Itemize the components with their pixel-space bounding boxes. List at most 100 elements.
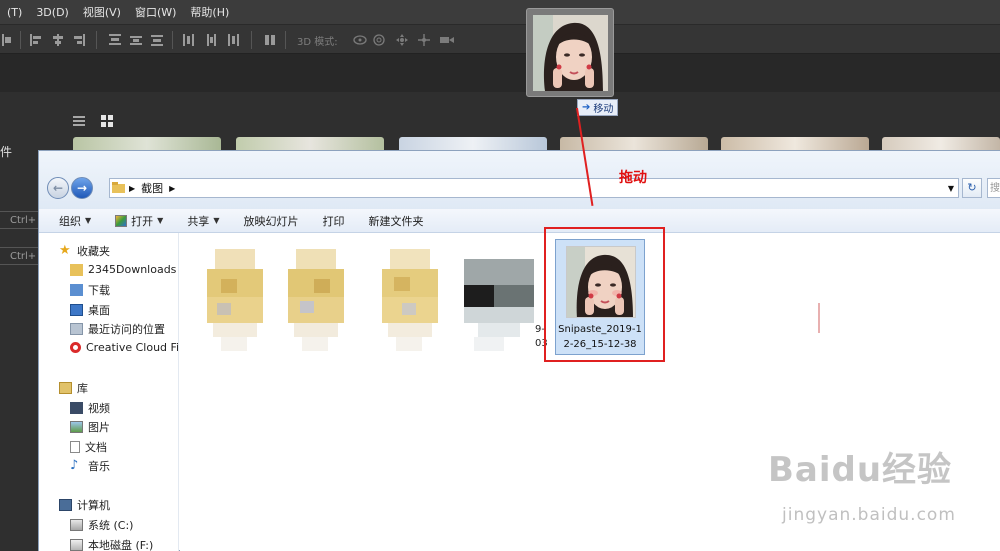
address-box[interactable]: ▶ 截图 ▶ ▼ bbox=[109, 178, 959, 198]
toolbar-new-folder-button[interactable]: 新建文件夹 bbox=[368, 213, 423, 229]
toolbar-organize-button[interactable]: 组织 ▼ bbox=[59, 213, 91, 229]
nav-libraries[interactable]: 库 bbox=[59, 380, 88, 396]
toolbar-open-button[interactable]: 打开 ▼ bbox=[115, 213, 163, 229]
slide-3d-icon[interactable] bbox=[418, 34, 430, 46]
navigation-pane: ★ 收藏夹 2345Downloads 下载 桌面 最近访问的位置 Creati… bbox=[39, 233, 179, 551]
forward-button[interactable]: → bbox=[71, 177, 93, 199]
nav-item-drive-c[interactable]: 系统 (C:) bbox=[70, 517, 133, 533]
move-tooltip-label: 移动 bbox=[593, 104, 614, 115]
ps-document-tabs bbox=[0, 54, 1000, 92]
creative-cloud-icon bbox=[70, 342, 81, 353]
nav-item-music[interactable]: ♪ 音乐 bbox=[70, 458, 110, 474]
screen: (T) 3D(D) 视图(V) 窗口(W) 帮助(H) 3D 模式: 件 Ctr… bbox=[0, 0, 1000, 551]
nav-item-pictures[interactable]: 图片 bbox=[70, 419, 110, 435]
separator bbox=[20, 31, 21, 49]
distribute-hcenter-icon[interactable] bbox=[205, 34, 217, 46]
separator bbox=[251, 31, 252, 49]
breadcrumb-folder[interactable]: 截图 bbox=[141, 180, 163, 196]
nav-item-videos[interactable]: 视频 bbox=[70, 400, 110, 416]
toolbar-print-button[interactable]: 打印 bbox=[322, 213, 344, 229]
align-right-icon[interactable] bbox=[73, 34, 85, 46]
nav-item-drive-f[interactable]: 本地磁盘 (F:) bbox=[70, 537, 153, 551]
ps-menubar: (T) 3D(D) 视图(V) 窗口(W) 帮助(H) bbox=[0, 0, 1000, 24]
star-icon: ★ bbox=[59, 243, 71, 258]
portrait-photo-icon bbox=[533, 15, 608, 91]
grid-view-icon[interactable] bbox=[101, 115, 113, 127]
recent-places-icon bbox=[70, 323, 83, 335]
nav-item-downloads[interactable]: 下载 bbox=[70, 282, 110, 298]
distribute-left-icon[interactable] bbox=[183, 34, 195, 46]
camera-3d-icon[interactable] bbox=[439, 34, 455, 46]
blurred-file[interactable] bbox=[288, 249, 344, 353]
roll-3d-icon[interactable] bbox=[373, 34, 385, 46]
address-bar-area: ← → ▶ 截图 ▶ ▼ ↻ 搜 bbox=[39, 151, 1000, 209]
document-library-icon bbox=[70, 441, 80, 453]
panel-label: 件 bbox=[0, 145, 13, 159]
blurred-file[interactable] bbox=[464, 259, 820, 351]
blurred-file[interactable] bbox=[382, 249, 438, 353]
annotation-box bbox=[544, 227, 665, 362]
folder-icon bbox=[70, 263, 83, 276]
distribute-bottom-icon[interactable] bbox=[151, 34, 163, 46]
shortcut-label: Ctrl+ bbox=[0, 247, 40, 265]
nav-item-2345downloads[interactable]: 2345Downloads bbox=[70, 263, 176, 276]
baidu-watermark: Baidu经验 bbox=[768, 450, 953, 490]
menu-item-type[interactable]: (T) bbox=[0, 6, 29, 19]
open-icon bbox=[115, 214, 128, 227]
picture-library-icon bbox=[70, 421, 83, 433]
chevron-right-icon[interactable]: ▶ bbox=[129, 184, 135, 193]
watermark-url: jingyan.baidu.com bbox=[782, 505, 956, 525]
toolbar-slideshow-button[interactable]: 放映幻灯片 bbox=[243, 213, 298, 229]
chevron-down-icon: ▼ bbox=[213, 216, 220, 225]
toolbar-share-button[interactable]: 共享 ▼ bbox=[187, 213, 219, 229]
menu-item-help[interactable]: 帮助(H) bbox=[183, 4, 236, 20]
blurred-file[interactable] bbox=[207, 249, 263, 353]
chevron-down-icon[interactable]: ▼ bbox=[948, 184, 954, 193]
folder-icon bbox=[112, 182, 125, 193]
auto-align-icon[interactable] bbox=[265, 34, 277, 46]
chevron-down-icon: ▼ bbox=[157, 216, 164, 225]
nav-item-recent[interactable]: 最近访问的位置 bbox=[70, 321, 165, 337]
distribute-top-icon[interactable] bbox=[109, 34, 121, 46]
forward-arrow-icon: → bbox=[76, 181, 88, 195]
align-icon[interactable] bbox=[2, 34, 14, 46]
nav-item-desktop[interactable]: 桌面 bbox=[70, 302, 110, 318]
back-button[interactable]: ← bbox=[47, 177, 69, 199]
drag-photo bbox=[533, 15, 608, 91]
menu-item-3d[interactable]: 3D(D) bbox=[29, 6, 76, 19]
mode-3d-label: 3D 模式: bbox=[297, 37, 338, 48]
nav-item-creative-cloud[interactable]: Creative Cloud Fil bbox=[70, 341, 178, 354]
video-library-icon bbox=[70, 402, 83, 414]
chevron-down-icon: ▼ bbox=[85, 216, 92, 225]
nav-item-documents[interactable]: 文档 bbox=[70, 439, 107, 455]
back-arrow-icon: ← bbox=[52, 181, 64, 195]
menu-item-view[interactable]: 视图(V) bbox=[76, 4, 128, 20]
nav-favorites[interactable]: ★ 收藏夹 bbox=[59, 243, 110, 259]
desktop-icon bbox=[70, 304, 83, 316]
music-note-icon: ♪ bbox=[70, 458, 79, 473]
distribute-vcenter-icon[interactable] bbox=[130, 34, 142, 46]
list-view-icon[interactable] bbox=[73, 115, 85, 127]
refresh-button[interactable]: ↻ bbox=[962, 178, 982, 198]
drag-3d-icon[interactable] bbox=[396, 34, 408, 46]
ps-options-bar: 3D 模式: bbox=[0, 24, 1000, 54]
library-icon bbox=[59, 382, 72, 394]
system-drive-icon bbox=[70, 519, 83, 531]
search-input[interactable]: 搜 bbox=[987, 178, 1000, 198]
align-hcenter-icon[interactable] bbox=[52, 34, 64, 46]
drag-preview bbox=[526, 8, 614, 97]
drag-annotation-label: 拖动 bbox=[619, 170, 647, 186]
move-arrow-icon: ➔ bbox=[582, 102, 591, 113]
download-folder-icon bbox=[70, 284, 83, 296]
menu-item-window[interactable]: 窗口(W) bbox=[128, 4, 183, 20]
orbit-3d-icon[interactable] bbox=[352, 34, 368, 46]
move-tooltip: ➔ 移动 bbox=[577, 99, 619, 116]
chevron-right-icon[interactable]: ▶ bbox=[169, 184, 175, 193]
refresh-icon: ↻ bbox=[967, 181, 977, 194]
nav-computer[interactable]: 计算机 bbox=[59, 497, 110, 513]
distribute-right-icon[interactable] bbox=[227, 34, 239, 46]
separator bbox=[172, 31, 173, 49]
separator bbox=[285, 31, 286, 49]
align-left-icon[interactable] bbox=[30, 34, 42, 46]
computer-icon bbox=[59, 499, 72, 511]
